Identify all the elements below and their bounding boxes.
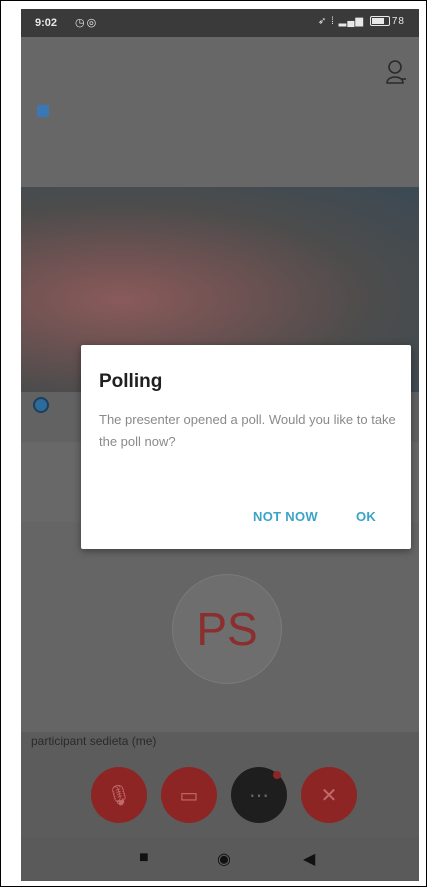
camera-button[interactable]: ▭ [161,767,217,823]
poll-icon[interactable] [37,105,49,117]
more-icon: ⋯ [249,784,269,807]
camera-icon: ▭ [179,784,199,807]
system-nav-bar: ■ ◉ ◀ [21,837,419,881]
vibrate-icon: ⁞ [331,16,335,27]
participant-name: participant sedieta (me) [31,734,157,748]
recents-icon[interactable]: ■ [139,849,149,867]
battery-level: 78 [391,16,405,27]
avatar: PS [172,574,282,684]
dialog-title: Polling [99,371,163,392]
end-call-button[interactable]: ✕ [301,767,357,823]
status-bar: 9:02 ◷◎ ➶ ⁞ ▂▄▆ 78 [21,9,419,37]
screenshot-frame: 9:02 ◷◎ ➶ ⁞ ▂▄▆ 78 PS participant sediet… [0,0,427,887]
close-icon: ✕ [320,784,338,807]
polling-dialog: Polling The presenter opened a poll. Wou… [81,345,411,549]
more-button[interactable]: ⋯ [231,767,287,823]
alarm-icon: ◷ [75,17,87,29]
status-left-icons: ◷◎ [75,16,98,29]
status-time: 9:02 [35,17,58,29]
app-header [21,37,419,187]
battery-icon [369,16,390,27]
dialog-message: The presenter opened a poll. Would you l… [99,412,396,449]
mic-icon: 🎙 [106,784,132,807]
mic-button[interactable]: 🎙 [91,767,147,823]
presenter-indicator-icon[interactable] [33,397,49,413]
ok-button[interactable]: OK [356,509,376,524]
signal-icon: ▂▄▆ [338,16,365,27]
user-icon[interactable] [385,59,407,85]
home-icon[interactable]: ◉ [217,849,231,869]
status-right-icons: ➶ ⁞ ▂▄▆ 78 [318,16,405,27]
back-icon[interactable]: ◀ [303,849,315,869]
phone-screen: 9:02 ◷◎ ➶ ⁞ ▂▄▆ 78 PS participant sediet… [21,9,419,881]
location-icon: ➶ [317,16,328,27]
sync-icon: ◎ [86,17,99,29]
notification-badge [273,771,281,779]
not-now-button[interactable]: NOT NOW [253,509,318,524]
